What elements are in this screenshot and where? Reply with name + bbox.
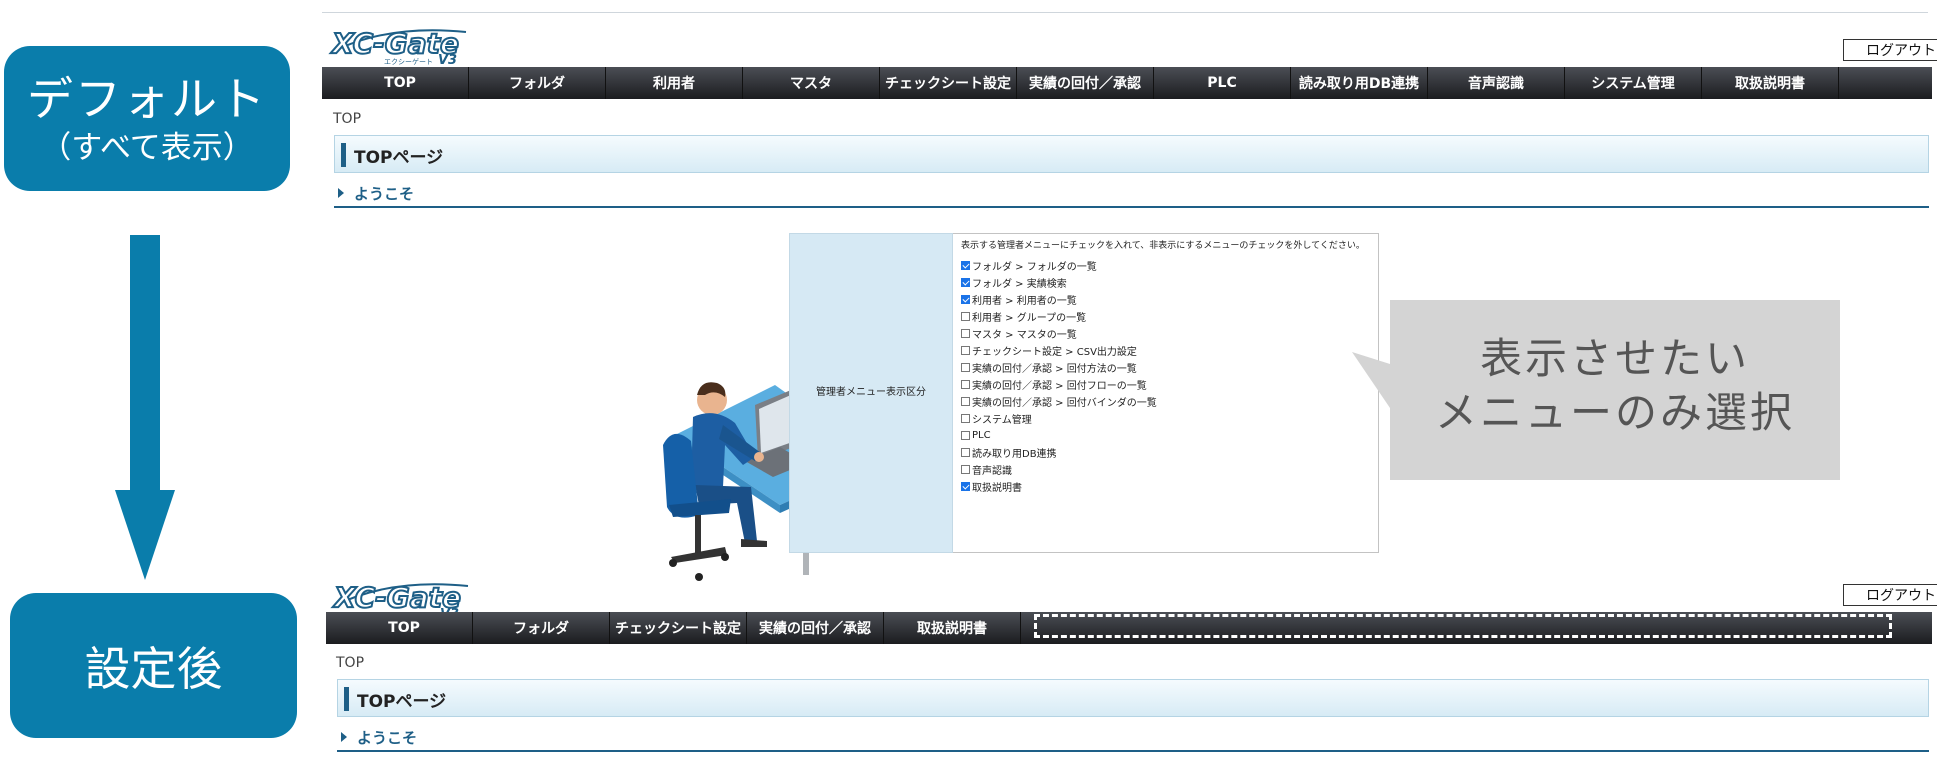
menu-option-label: マスタ > マスタの一覧 bbox=[972, 329, 1077, 341]
menu-option-label: 実績の回付／承認 > 回付バインダの一覧 bbox=[972, 397, 1157, 409]
breadcrumb[interactable]: TOP bbox=[336, 655, 364, 671]
welcome-section[interactable]: ようこそ bbox=[337, 724, 1929, 752]
menu-option-checkbox[interactable]: 取扱説明書 bbox=[961, 479, 1022, 494]
checkbox-checked-icon[interactable] bbox=[961, 277, 970, 287]
default-label-line1: デフォルト bbox=[27, 71, 267, 126]
default-label: デフォルト （すべて表示） bbox=[4, 46, 290, 191]
section-title: ようこそ bbox=[354, 185, 415, 203]
xcgate-logo: XC-Gate エクシーゲート V3 bbox=[328, 18, 468, 66]
nav-item-folder[interactable]: フォルダ bbox=[469, 67, 606, 99]
menu-option-label: フォルダ > フォルダの一覧 bbox=[972, 261, 1097, 273]
nav-item-db-link[interactable]: 読み取り用DB連携 bbox=[1291, 67, 1428, 99]
menu-option-label: 取扱説明書 bbox=[972, 482, 1022, 494]
checkbox-unchecked-icon[interactable] bbox=[961, 447, 970, 457]
title-accent-bar bbox=[341, 143, 346, 167]
menu-option-label: フォルダ > 実績検索 bbox=[972, 278, 1067, 290]
checkbox-checked-icon[interactable] bbox=[961, 260, 970, 270]
checkbox-unchecked-icon[interactable] bbox=[961, 396, 970, 406]
menu-option-label: チェックシート設定 > CSV出力設定 bbox=[972, 346, 1137, 358]
caret-right-icon bbox=[338, 188, 344, 198]
nav-item-approval[interactable]: 実績の回付／承認 bbox=[1017, 67, 1154, 99]
checkbox-unchecked-icon[interactable] bbox=[961, 345, 970, 355]
nav-item-approval[interactable]: 実績の回付／承認 bbox=[747, 612, 884, 644]
nav-item-voice[interactable]: 音声認識 bbox=[1428, 67, 1565, 99]
menu-option-checkbox[interactable]: 実績の回付／承認 > 回付方法の一覧 bbox=[961, 360, 1137, 375]
logout-button[interactable]: ログアウト bbox=[1843, 584, 1937, 606]
checkbox-unchecked-icon[interactable] bbox=[961, 311, 970, 321]
nav-item-system[interactable]: システム管理 bbox=[1565, 67, 1702, 99]
default-label-line2: （すべて表示） bbox=[40, 129, 254, 166]
page-title: TOPページ bbox=[354, 148, 444, 168]
checkbox-unchecked-icon[interactable] bbox=[961, 413, 970, 423]
menu-option-label: システム管理 bbox=[972, 414, 1032, 426]
menu-option-checkbox[interactable]: システム管理 bbox=[961, 411, 1032, 426]
breadcrumb[interactable]: TOP bbox=[333, 111, 361, 127]
menu-option-checkbox[interactable]: 音声認識 bbox=[961, 462, 1012, 477]
menu-option-checkbox[interactable]: チェックシート設定 > CSV出力設定 bbox=[961, 343, 1137, 358]
menu-option-checkbox[interactable]: 実績の回付／承認 > 回付フローの一覧 bbox=[961, 377, 1147, 392]
menu-option-checkbox[interactable]: フォルダ > 実績検索 bbox=[961, 275, 1067, 290]
slide-canvas: デフォルト （すべて表示） 設定後 XC-Gate エクシーゲート V3 ログア… bbox=[0, 0, 1937, 760]
top-divider bbox=[322, 12, 1928, 13]
menu-option-label: 実績の回付／承認 > 回付フローの一覧 bbox=[972, 380, 1147, 392]
nav-item-folder[interactable]: フォルダ bbox=[473, 612, 610, 644]
menu-option-checkbox[interactable]: フォルダ > フォルダの一覧 bbox=[961, 258, 1097, 273]
default-screen: XC-Gate エクシーゲート V3 ログアウト TOP フォルダ 利用者 マス… bbox=[322, 0, 1937, 212]
page-title-bar: TOPページ bbox=[337, 679, 1929, 717]
nav-item-checksheet[interactable]: チェックシート設定 bbox=[880, 67, 1017, 99]
menu-option-label: 実績の回付／承認 > 回付方法の一覧 bbox=[972, 363, 1137, 375]
checkbox-unchecked-icon[interactable] bbox=[961, 379, 970, 389]
after-label: 設定後 bbox=[10, 593, 297, 738]
nav-item-top[interactable]: TOP bbox=[336, 612, 473, 644]
checkbox-checked-icon[interactable] bbox=[961, 481, 970, 491]
menu-visibility-settings: 管理者メニュー表示区分 表示する管理者メニューにチェックを入れて、非表示にするメ… bbox=[789, 233, 1379, 553]
nav-item-plc[interactable]: PLC bbox=[1154, 67, 1291, 99]
page-title-bar: TOPページ bbox=[334, 135, 1929, 173]
after-screen: XC-Gate エクシーゲート V3 ログアウト TOP フォルダ チェックシー… bbox=[322, 564, 1937, 760]
nav-item-manual[interactable]: 取扱説明書 bbox=[1702, 67, 1839, 99]
menu-option-label: 利用者 > グループの一覧 bbox=[972, 312, 1087, 324]
nav-item-manual[interactable]: 取扱説明書 bbox=[884, 612, 1021, 644]
callout-line2: メニューのみ選択 bbox=[1434, 388, 1795, 437]
menu-option-label: 利用者 > 利用者の一覧 bbox=[972, 295, 1077, 307]
menu-option-checkbox[interactable]: 利用者 > 利用者の一覧 bbox=[961, 292, 1077, 307]
logo-sub: エクシーゲート bbox=[384, 57, 433, 66]
page-title: TOPページ bbox=[357, 692, 447, 712]
checkbox-unchecked-icon[interactable] bbox=[961, 362, 970, 372]
menu-option-checkbox[interactable]: 実績の回付／承認 > 回付バインダの一覧 bbox=[961, 394, 1157, 409]
nav-item-users[interactable]: 利用者 bbox=[606, 67, 743, 99]
main-nav-default: TOP フォルダ 利用者 マスタ チェックシート設定 実績の回付／承認 PLC … bbox=[322, 67, 1932, 99]
down-arrow-icon bbox=[115, 235, 175, 580]
menu-option-checkbox[interactable]: 読み取り用DB連携 bbox=[961, 445, 1057, 460]
settings-side-label: 管理者メニュー表示区分 bbox=[816, 387, 926, 398]
section-title: ようこそ bbox=[357, 729, 418, 747]
nav-item-checksheet[interactable]: チェックシート設定 bbox=[610, 612, 747, 644]
nav-item-top[interactable]: TOP bbox=[332, 67, 469, 99]
menu-option-checkbox[interactable]: PLC bbox=[961, 428, 991, 442]
welcome-section[interactable]: ようこそ bbox=[334, 180, 1929, 208]
menu-option-label: 読み取り用DB連携 bbox=[972, 448, 1057, 460]
callout-text: 表示させたい メニューのみ選択 bbox=[1390, 332, 1840, 440]
checkbox-unchecked-icon[interactable] bbox=[961, 328, 970, 338]
menu-option-checkbox[interactable]: マスタ > マスタの一覧 bbox=[961, 326, 1077, 341]
hidden-menus-highlight bbox=[1034, 614, 1892, 638]
logo-version: V3 bbox=[438, 53, 457, 66]
checkbox-unchecked-icon[interactable] bbox=[961, 464, 970, 474]
callout-line1: 表示させたい bbox=[1479, 334, 1750, 383]
menu-option-label: 音声認識 bbox=[972, 465, 1012, 477]
menu-option-label: PLC bbox=[972, 429, 991, 441]
title-accent-bar bbox=[344, 687, 349, 711]
logout-button[interactable]: ログアウト bbox=[1843, 39, 1937, 61]
checkbox-unchecked-icon[interactable] bbox=[961, 430, 970, 440]
caret-right-icon bbox=[341, 732, 347, 742]
menu-option-checkbox[interactable]: 利用者 > グループの一覧 bbox=[961, 309, 1087, 324]
checkbox-checked-icon[interactable] bbox=[961, 294, 970, 304]
settings-instruction: 表示する管理者メニューにチェックを入れて、非表示にするメニューのチェックを外して… bbox=[961, 241, 1365, 251]
nav-item-master[interactable]: マスタ bbox=[743, 67, 880, 99]
